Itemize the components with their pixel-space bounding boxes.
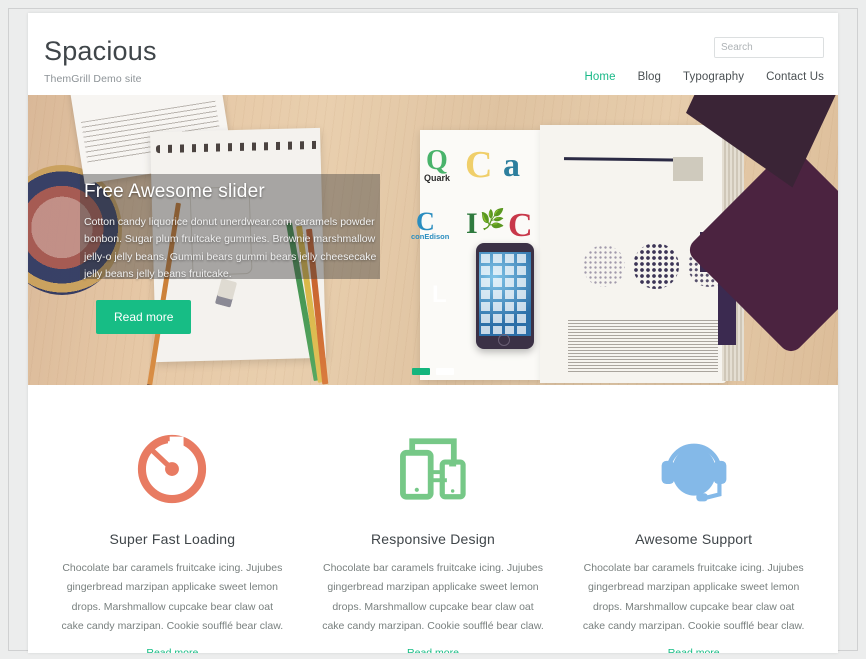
feature-read-more-link[interactable]: Read more (407, 647, 459, 653)
slide-caption: Free Awesome slider Cotton candy liquori… (84, 181, 384, 283)
search-form[interactable] (714, 37, 824, 58)
nav-item-contact-us[interactable]: Contact Us (766, 71, 824, 83)
website-page: Spacious ThemGrill Demo site Home Blog (28, 13, 838, 653)
nav-item-blog[interactable]: Blog (638, 71, 661, 83)
responsive-devices-icon (321, 421, 546, 517)
slide-read-more-button[interactable]: Read more (96, 300, 192, 334)
site-title[interactable]: Spacious (44, 36, 157, 67)
nav-item-typography[interactable]: Typography (683, 71, 744, 83)
slider-dot-2[interactable] (436, 368, 454, 375)
site-description: ThemGrill Demo site (44, 72, 142, 85)
slide-heading: Free Awesome slider (84, 181, 265, 202)
feature-read-more-link[interactable]: Read more (668, 647, 720, 653)
search-input[interactable] (715, 38, 823, 57)
features-section: Super Fast Loading Chocolate bar caramel… (28, 385, 838, 653)
site-header: Spacious ThemGrill Demo site Home Blog (28, 13, 838, 95)
primary-navigation[interactable]: Home Blog Typography Contact Us (563, 71, 825, 83)
feature-title: Super Fast Loading (109, 531, 236, 547)
feature-card-awesome-support: Awesome Support Chocolate bar caramels f… (563, 421, 824, 653)
nav-item-home[interactable]: Home (585, 71, 616, 83)
feature-read-more-link[interactable]: Read more (146, 647, 198, 653)
hero-slider[interactable]: Q Quark C a C conEdison I 🌿 C L Free Awe… (28, 95, 838, 385)
speedometer-icon (60, 421, 285, 517)
slide-body-text: Cotton candy liquorice donut unerdwear.c… (84, 216, 377, 280)
headset-support-icon (581, 421, 806, 517)
feature-title: Responsive Design (370, 531, 496, 547)
slider-dot-1[interactable] (412, 368, 430, 375)
feature-body: Chocolate bar caramels fruitcake icing. … (582, 562, 805, 633)
browser-viewport: Spacious ThemGrill Demo site Home Blog (0, 0, 866, 659)
feature-card-super-fast-loading: Super Fast Loading Chocolate bar caramel… (42, 421, 303, 653)
feature-body: Chocolate bar caramels fruitcake icing. … (322, 562, 544, 633)
feature-body: Chocolate bar caramels fruitcake icing. … (61, 562, 284, 633)
feature-title: Awesome Support (635, 531, 753, 547)
feature-card-responsive-design: Responsive Design Chocolate bar caramels… (303, 421, 564, 653)
slider-pagination[interactable] (28, 368, 838, 375)
site-branding[interactable]: Spacious ThemGrill Demo site (44, 36, 157, 85)
header-right-area: Home Blog Typography Contact Us (563, 37, 825, 83)
